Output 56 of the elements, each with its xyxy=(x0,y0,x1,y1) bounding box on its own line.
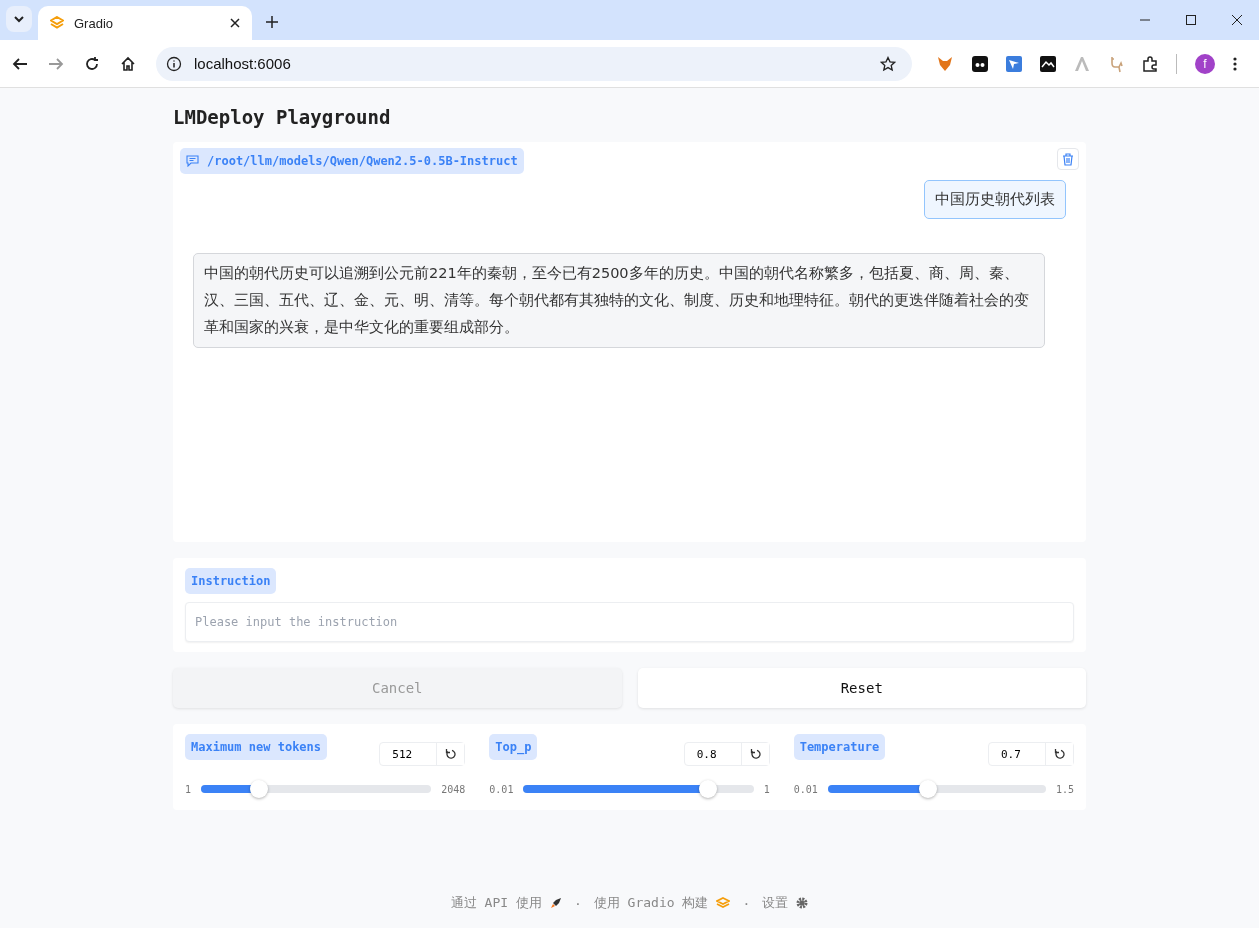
bot-message: 中国的朝代历史可以追溯到公元前221年的秦朝，至今已有2500多年的历史。中国的朝代名称繁多，包括夏、商、周、秦、汉、三国、五代、辽、金、元、明、清等。每个朝代都有其独特的文化、制度、历史和地理特征。朝代的更迭伴随着社会的变革和国家的兴衰，是中华文化的重要组成部分。 xyxy=(193,253,1045,348)
separator-dot: · xyxy=(573,895,582,911)
instruction-label: Instruction xyxy=(185,568,277,594)
fox-icon[interactable] xyxy=(936,54,954,73)
max-value: 1 xyxy=(763,783,770,795)
menu-icon[interactable] xyxy=(1233,55,1237,72)
extension-icon[interactable] xyxy=(972,55,988,72)
slider-track[interactable] xyxy=(523,780,754,798)
close-icon[interactable] xyxy=(230,18,240,28)
max-value: 2048 xyxy=(441,783,466,795)
slider-track[interactable] xyxy=(827,780,1046,798)
extension-icon[interactable] xyxy=(1040,55,1056,72)
logo-icon xyxy=(716,897,731,909)
home-icon[interactable] xyxy=(120,55,136,72)
address-bar[interactable]: localhost:6006 xyxy=(156,46,912,81)
gradio-link[interactable]: 使用 Gradio 构建 xyxy=(593,894,709,912)
min-value: 0.01 xyxy=(793,783,818,795)
min-value: 1 xyxy=(185,783,192,795)
reset-button[interactable]: Reset xyxy=(637,668,1086,708)
slider-thumb[interactable] xyxy=(698,780,717,798)
max-value: 1.5 xyxy=(1055,783,1074,795)
slider-thumb[interactable] xyxy=(919,780,938,798)
min-value: 0.01 xyxy=(489,783,514,795)
settings-link[interactable]: 设置 xyxy=(762,894,789,912)
model-path: /root/llm/models/Qwen/Qwen2.5-0.5B-Instruct xyxy=(207,154,518,168)
maximize-icon[interactable] xyxy=(1185,14,1197,26)
logo-icon xyxy=(50,16,64,30)
reload-icon[interactable] xyxy=(84,55,100,72)
tab-title: Gradio xyxy=(74,15,115,31)
slider-thumb[interactable] xyxy=(249,780,268,798)
plus-icon[interactable] xyxy=(266,16,278,28)
chevron-down-icon xyxy=(13,13,25,25)
profile-avatar[interactable]: f xyxy=(1195,53,1215,74)
puzzle-icon[interactable] xyxy=(1142,55,1158,72)
info-icon[interactable] xyxy=(166,55,182,72)
user-message: 中国历史朝代列表 xyxy=(924,180,1066,219)
gear-icon xyxy=(796,897,809,909)
star-icon[interactable] xyxy=(880,55,896,72)
url-text: localhost:6006 xyxy=(194,55,292,72)
slider-label: Temperature xyxy=(793,734,886,760)
chat-icon xyxy=(186,155,199,167)
clear-button[interactable] xyxy=(1057,148,1079,170)
slider-track[interactable] xyxy=(201,780,432,798)
api-link[interactable]: 通过 API 使用 xyxy=(450,894,542,912)
slider-label: Top_p xyxy=(489,734,538,760)
tab-search-button[interactable] xyxy=(6,6,32,32)
browser-tab[interactable]: Gradio xyxy=(38,6,252,40)
slider-label: Maximum new tokens xyxy=(185,734,328,760)
forward-arrow-icon[interactable] xyxy=(48,55,64,72)
instruction-field[interactable]: Please input the instruction xyxy=(185,602,1074,642)
close-icon[interactable] xyxy=(1231,14,1243,26)
back-arrow-icon[interactable] xyxy=(12,55,28,72)
separator-dot: · xyxy=(742,895,751,911)
page-title: LMDeploy Playground xyxy=(173,106,392,128)
rocket-icon xyxy=(549,897,562,909)
trash-icon xyxy=(1062,152,1074,166)
